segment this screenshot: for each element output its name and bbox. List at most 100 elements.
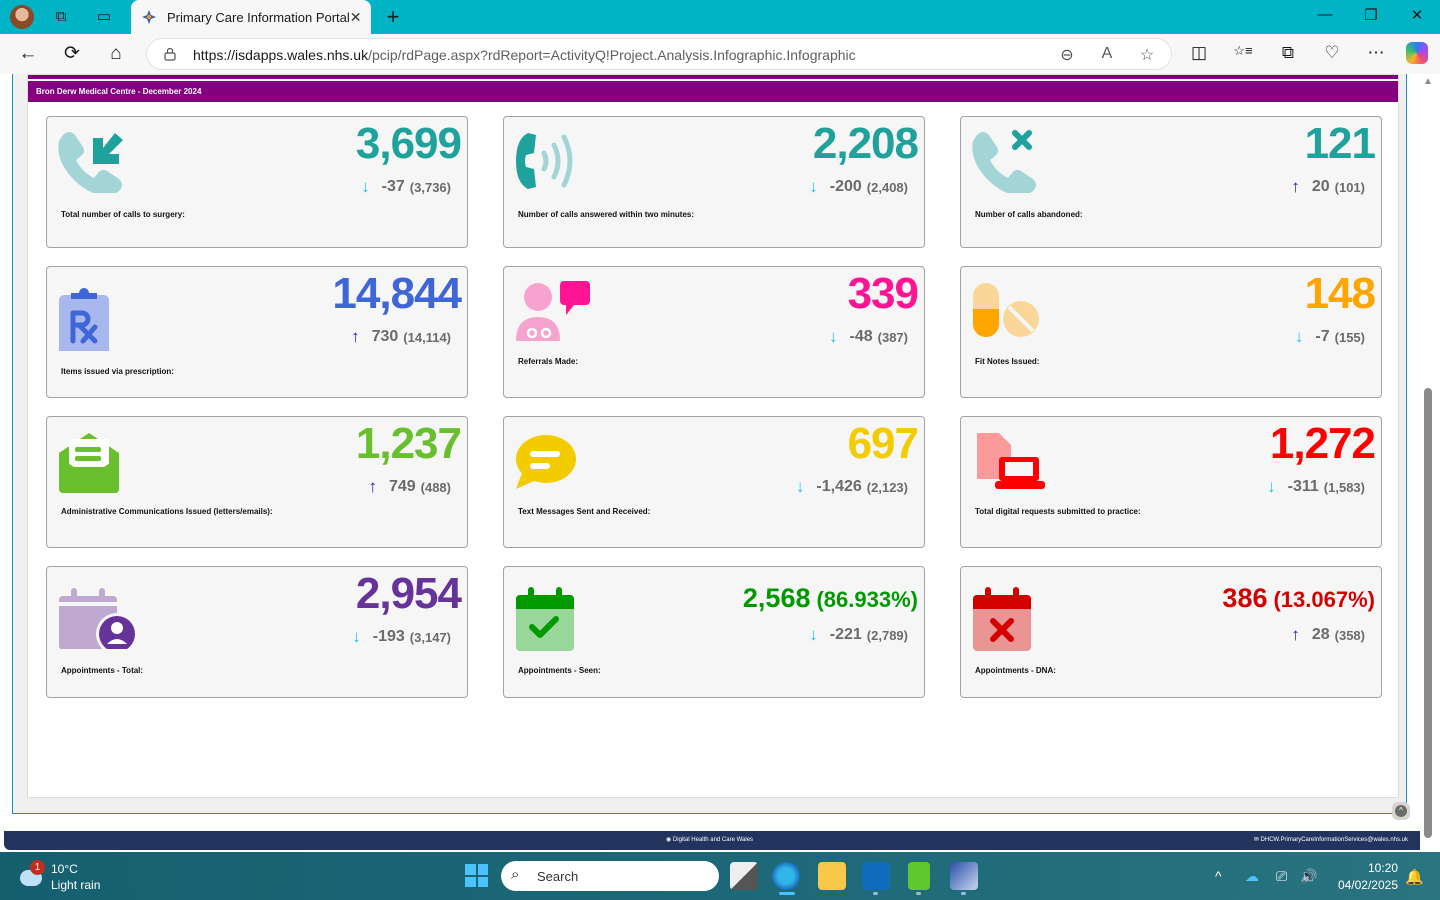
- collections-icon[interactable]: ⧉: [1277, 43, 1299, 63]
- metric-value-number: 386: [1222, 583, 1268, 613]
- arrow-down-icon: ↓: [809, 625, 818, 644]
- previous-value: (1,583): [1323, 479, 1365, 495]
- chevron-up-icon: ^: [1395, 805, 1407, 817]
- metric-value: 386 (13.067%): [1222, 583, 1375, 614]
- restore-button[interactable]: ❐: [1356, 6, 1386, 24]
- metric-value-number: 1,272: [1269, 419, 1376, 468]
- network-icon[interactable]: ⎚: [1276, 868, 1287, 885]
- browser-title-bar: ⧉ ▭ Primary Care Information Portal ✕ + …: [0, 0, 1440, 34]
- doctor-chat-icon: [514, 279, 594, 343]
- previous-value: (3,736): [409, 179, 451, 195]
- clock-date: 04/02/2025: [1337, 878, 1398, 892]
- outlook-icon[interactable]: [862, 862, 890, 890]
- evernote-app-icon[interactable]: [908, 862, 930, 890]
- vertical-scrollbar[interactable]: ▲ ▼: [1420, 74, 1440, 852]
- favorites-icon[interactable]: ☆≡: [1232, 43, 1254, 59]
- scrollbar-thumb[interactable]: [1424, 388, 1432, 838]
- refresh-button[interactable]: ⟳: [61, 43, 83, 65]
- change-value: -37: [381, 178, 405, 195]
- pills-icon: [971, 279, 1051, 343]
- metric-value: 3,699: [356, 119, 462, 169]
- new-tab-button[interactable]: +: [382, 5, 404, 29]
- onedrive-icon[interactable]: ☁: [1245, 868, 1259, 885]
- page-footer: ◉ Digital Health and Care Wales ✉ DHCW.P…: [4, 831, 1420, 850]
- portal-favicon-icon: [141, 9, 157, 25]
- arrow-down-icon: ↓: [1267, 477, 1276, 496]
- system-clock[interactable]: 10:20 04/02/2025: [1334, 861, 1398, 892]
- scroll-up-arrow-icon[interactable]: ▲: [1423, 76, 1433, 87]
- metric-label: Appointments - Total:: [61, 666, 144, 675]
- arrow-up-icon: ↑: [1291, 177, 1300, 196]
- profile-avatar[interactable]: [10, 5, 34, 29]
- notifications-bell-icon[interactable]: 🔔: [1405, 868, 1424, 886]
- active-tab[interactable]: Primary Care Information Portal ✕: [131, 0, 371, 34]
- metric-label: Total digital requests submitted to prac…: [975, 507, 1141, 516]
- tab-close-icon[interactable]: ✕: [350, 9, 362, 26]
- volume-icon[interactable]: 🔊: [1300, 868, 1317, 885]
- metric-value-number: 148: [1304, 269, 1376, 318]
- metric-card: 2,208 ↓ -200 (2,408) Number of calls answere…: [503, 116, 925, 248]
- home-button[interactable]: ⌂: [105, 43, 127, 65]
- change-value: 28: [1311, 626, 1330, 643]
- open-envelope-icon: [57, 429, 137, 493]
- more-menu-icon[interactable]: ⋯: [1365, 43, 1387, 63]
- metric-card: 2,954 ↓ -193 (3,147) Appointments - Total:: [46, 566, 468, 698]
- scroll-to-top-button[interactable]: ^: [1392, 802, 1410, 820]
- browser-health-icon[interactable]: ♡: [1321, 43, 1343, 63]
- metric-value: 1,237: [355, 419, 462, 469]
- tab-title: Primary Care Information Portal: [167, 9, 350, 25]
- metric-change: ↓ -1,426 (2,123): [796, 477, 908, 497]
- metric-label: Number of calls abandoned:: [975, 210, 1083, 219]
- url-text[interactable]: https://isdapps.wales.nhs.uk/pcip/rdPage…: [193, 47, 856, 63]
- favorite-star-icon[interactable]: ☆: [1137, 45, 1157, 65]
- edge-browser-icon[interactable]: [772, 862, 800, 890]
- metric-value: 1,272: [1269, 419, 1376, 469]
- metric-card: 339 ↓ -48 (387) Referrals Made:: [503, 266, 925, 398]
- footer-email-link[interactable]: ✉ DHCW.PrimaryCareInformationServices@wa…: [1254, 836, 1408, 843]
- change-value: -311: [1287, 478, 1319, 495]
- metric-change: ↓ -221 (2,789): [809, 625, 908, 645]
- arrow-down-icon: ↓: [809, 177, 818, 196]
- prescription-clipboard-icon: [57, 279, 137, 355]
- metric-change: ↑ 749 (488): [368, 477, 451, 497]
- scroll-down-arrow-icon[interactable]: ▼: [1423, 830, 1433, 841]
- workspaces-icon[interactable]: ⧉: [52, 8, 70, 26]
- metric-value-number: 2,954: [355, 569, 462, 618]
- previous-value: (2,123): [866, 479, 908, 495]
- split-screen-icon[interactable]: ◫: [1188, 43, 1210, 63]
- metric-value-number: 121: [1304, 119, 1376, 168]
- remote-desktop-icon[interactable]: [950, 862, 978, 890]
- task-view-icon[interactable]: [730, 862, 758, 890]
- zoom-out-icon[interactable]: ⊖: [1057, 45, 1077, 65]
- metric-value-number: 1,237: [355, 419, 462, 468]
- weather-widget[interactable]: 1 10°C Light rain: [18, 860, 138, 894]
- change-value: -221: [829, 626, 862, 643]
- metric-change: ↑ 28 (358): [1291, 625, 1365, 645]
- phone-ringing-icon: [514, 129, 594, 193]
- lock-icon[interactable]: [163, 47, 177, 61]
- arrow-down-icon: ↓: [829, 327, 838, 346]
- change-value: 20: [1311, 178, 1330, 195]
- metric-label: Fit Notes Issued:: [975, 357, 1040, 366]
- previous-value: (155): [1334, 329, 1365, 345]
- file-explorer-icon[interactable]: [818, 862, 846, 890]
- address-bar[interactable]: https://isdapps.wales.nhs.uk/pcip/rdPage…: [146, 38, 1172, 70]
- back-button[interactable]: ←: [17, 43, 39, 65]
- metric-value-number: 339: [847, 269, 919, 318]
- tray-chevron-icon[interactable]: ^: [1215, 868, 1222, 884]
- metric-card: 697 ↓ -1,426 (2,123) Text Messages Sent and …: [503, 416, 925, 548]
- start-button[interactable]: [465, 864, 488, 887]
- metric-value-number: 697: [847, 419, 919, 468]
- previous-value: (3,147): [409, 629, 451, 645]
- tab-actions-icon[interactable]: ▭: [95, 8, 113, 26]
- taskbar-search[interactable]: ⌕ Search: [501, 861, 719, 891]
- previous-value: (2,789): [866, 627, 908, 643]
- close-window-button[interactable]: ✕: [1402, 6, 1432, 24]
- metric-card: 148 ↓ -7 (155) Fit Notes Issued:: [960, 266, 1382, 398]
- clock-time: 10:20: [1367, 861, 1398, 875]
- metric-value-number: 2,208: [812, 119, 919, 168]
- read-aloud-icon[interactable]: A: [1097, 45, 1117, 63]
- copilot-icon[interactable]: [1406, 42, 1428, 64]
- minimize-button[interactable]: —: [1310, 6, 1340, 23]
- windows-taskbar: 1 10°C Light rain ⌕ Search ^ ☁ ⎚ 🔊 10:20…: [0, 852, 1440, 900]
